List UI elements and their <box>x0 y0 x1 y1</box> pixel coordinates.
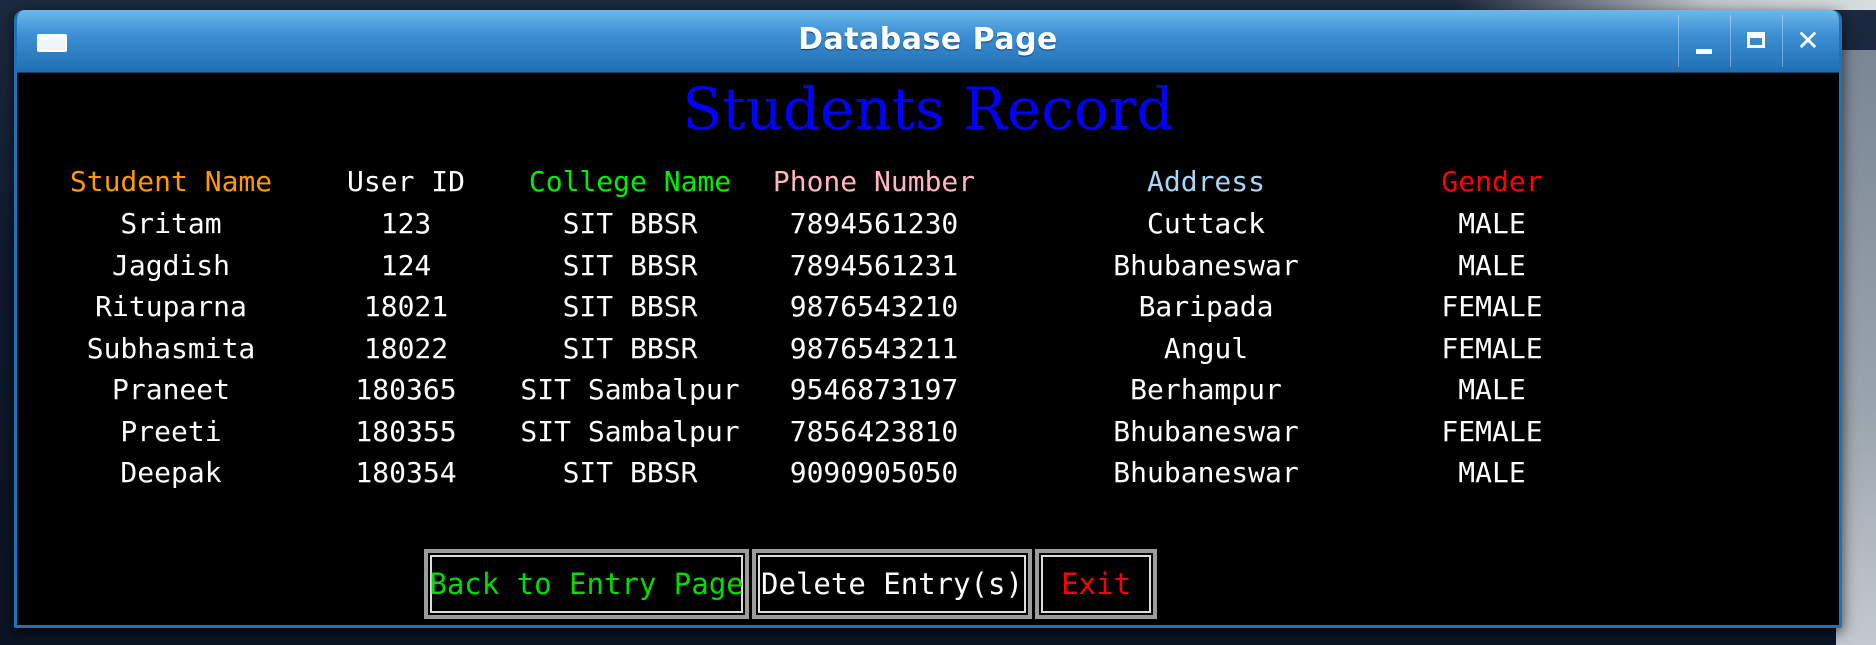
window-title: Database Page <box>798 22 1058 57</box>
exit-button[interactable]: Exit <box>1035 549 1157 619</box>
table-cell: SIT BBSR <box>562 290 698 323</box>
table-cell: 180355 <box>355 414 457 448</box>
table-cell: SIT BBSR <box>562 456 698 489</box>
delete-entries-button[interactable]: Delete Entry(s) <box>752 549 1032 619</box>
table-cell: Angul <box>1163 331 1249 365</box>
table-cell: SIT BBSR <box>562 331 698 365</box>
desktop-background-corner <box>1456 0 1876 10</box>
close-icon: ✕ <box>1796 24 1820 57</box>
column-header: Gender <box>1441 165 1543 198</box>
table-cell: 18022 <box>363 331 449 365</box>
table-cell: Subhasmita <box>86 331 256 365</box>
table-cell: FEMALE <box>1441 331 1543 365</box>
table-cell: 9546873197 <box>789 373 959 406</box>
table-cell: Jagdish <box>111 248 231 282</box>
table-cell: Deepak <box>120 456 222 489</box>
table-cell: 7894561231 <box>789 248 959 282</box>
table-cell: 7856423810 <box>789 414 959 448</box>
maximize-icon <box>1747 32 1765 48</box>
table-cell: Bhubaneswar <box>1113 414 1299 448</box>
column-header: Student Name <box>69 165 273 198</box>
close-button[interactable]: ✕ <box>1782 15 1833 67</box>
table-cell: 9090905050 <box>789 456 959 489</box>
table-cell: SIT Sambalpur <box>520 414 740 448</box>
table-cell: 9876543211 <box>789 331 959 365</box>
window-content: Students Record Student Name User ID Colle… <box>17 73 1839 625</box>
database-window: Database Page ✕ Students Record Student … <box>14 10 1842 628</box>
column-header: Phone Number <box>772 165 976 198</box>
table-cell: Preeti <box>120 414 222 448</box>
window-titlebar[interactable]: Database Page ✕ <box>17 10 1839 73</box>
page-heading: Students Record <box>682 75 1174 143</box>
table-cell: SIT Sambalpur <box>520 373 740 406</box>
table-cell: 18021 <box>363 290 449 323</box>
table-cell: 9876543210 <box>789 290 959 323</box>
back-to-entry-page-button[interactable]: Back to Entry Page <box>424 549 749 619</box>
table-cell: Sritam <box>120 207 222 240</box>
table-cell: MALE <box>1458 248 1526 282</box>
minimize-button[interactable] <box>1678 15 1729 67</box>
table-cell: 123 <box>380 207 432 240</box>
table-cell: Baripada <box>1138 290 1274 323</box>
table-cell: MALE <box>1458 373 1526 406</box>
desktop-background-edge <box>1836 50 1876 645</box>
table-cell: Bhubaneswar <box>1113 456 1299 489</box>
table-cell: 7894561230 <box>789 207 959 240</box>
table-cell: MALE <box>1458 207 1526 240</box>
table-cell: SIT BBSR <box>562 248 698 282</box>
maximize-button[interactable] <box>1730 15 1781 67</box>
minimize-icon <box>1696 49 1712 54</box>
table-cell: 180354 <box>355 456 457 489</box>
table-cell: Praneet <box>111 373 231 406</box>
table-cell: SIT BBSR <box>562 207 698 240</box>
table-cell: FEMALE <box>1441 414 1543 448</box>
table-cell: Rituparna <box>95 290 247 323</box>
table-cell: MALE <box>1458 456 1526 489</box>
column-header: User ID <box>346 165 466 198</box>
table-cell: 180365 <box>355 373 457 406</box>
column-header: Address <box>1146 165 1266 198</box>
column-header: College Name <box>528 165 732 198</box>
table-cell: Bhubaneswar <box>1113 248 1299 282</box>
table-cell: FEMALE <box>1441 290 1543 323</box>
table-cell: Berhampur <box>1130 373 1282 406</box>
table-cell: 124 <box>380 248 432 282</box>
table-cell: Cuttack <box>1146 207 1266 240</box>
